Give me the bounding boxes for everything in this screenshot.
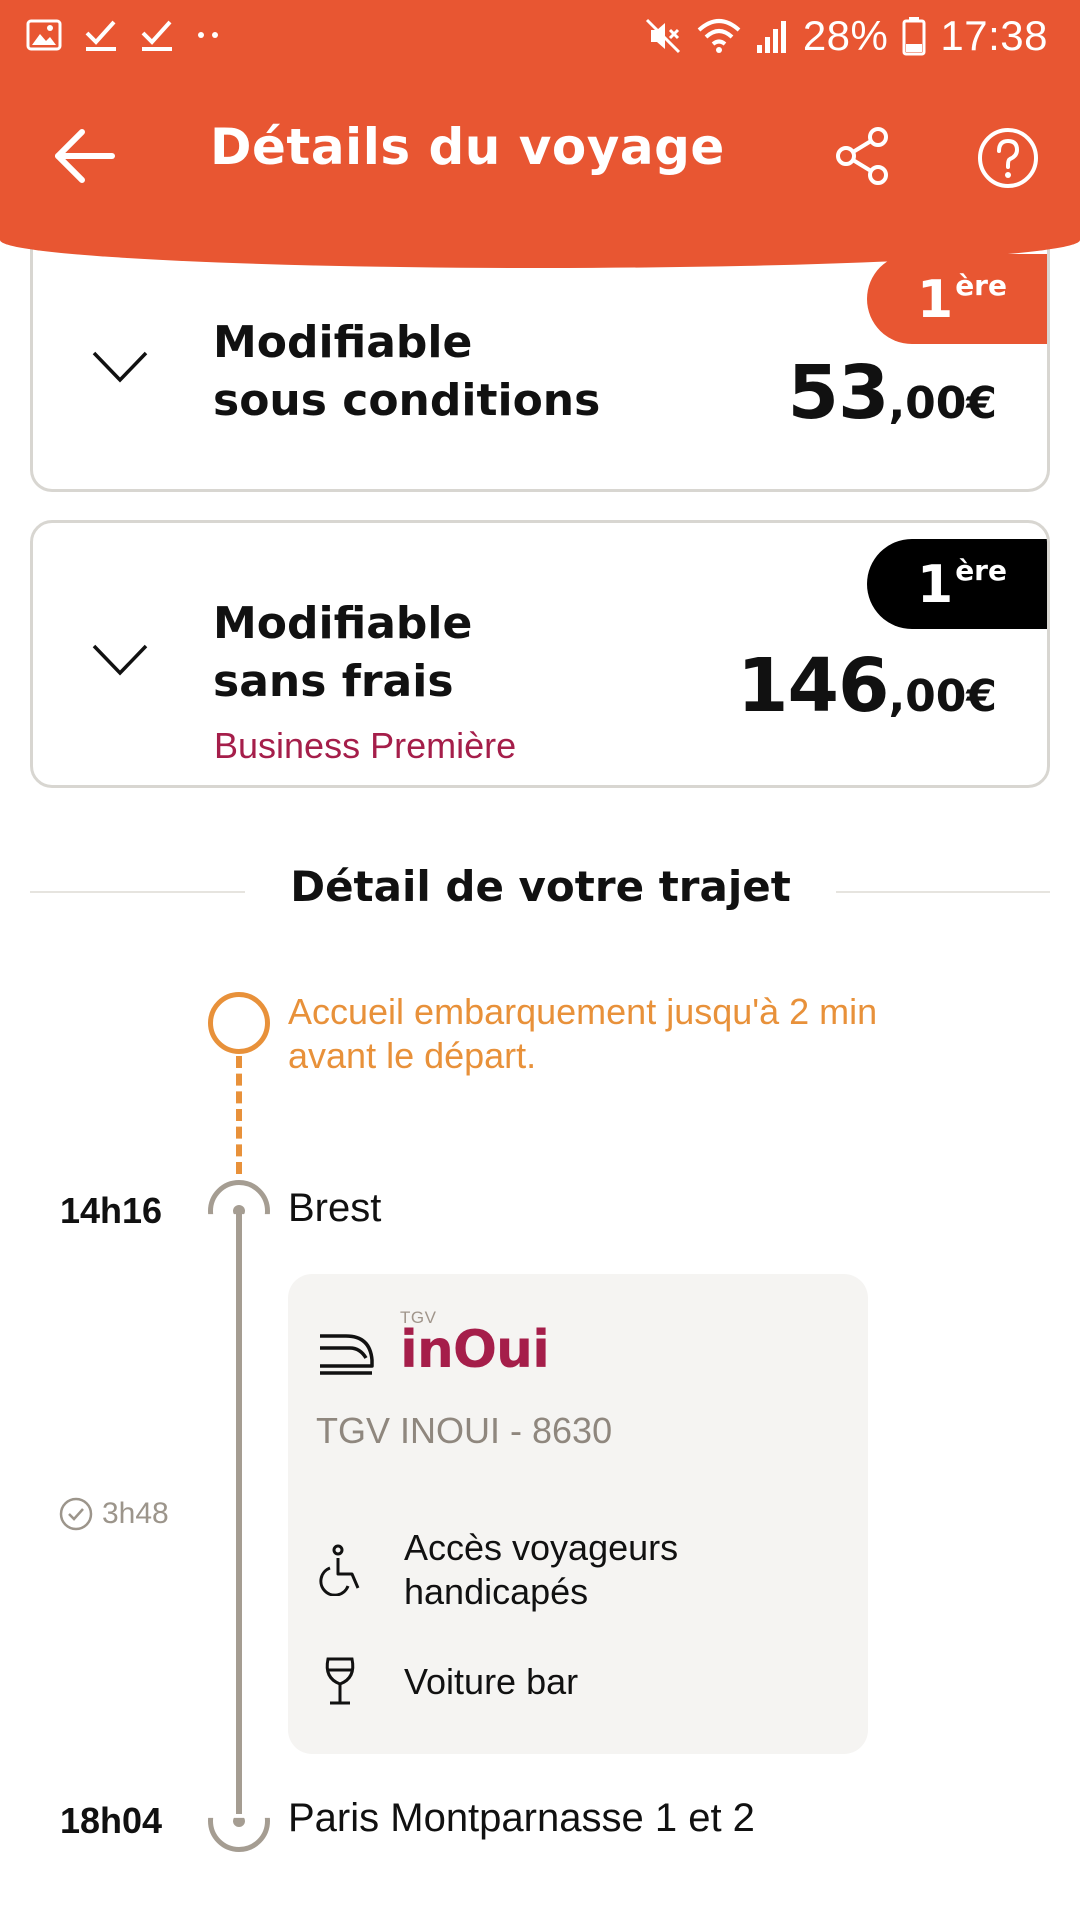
service-accessible: Accès voyageurs handicapés (316, 1526, 678, 1614)
train-number: TGV INOUI - 8630 (316, 1410, 613, 1451)
help-button[interactable] (976, 126, 1040, 190)
wine-glass-icon (325, 1657, 355, 1705)
battery-percent: 28% (802, 12, 889, 59)
check-icon (141, 20, 172, 51)
boarding-connector (236, 1056, 242, 1174)
question-circle-icon (978, 128, 1038, 188)
wifi-icon (697, 19, 741, 53)
chevron-down-icon[interactable] (91, 350, 149, 384)
class-number: 1 (917, 555, 954, 615)
fare-card-sans-frais[interactable]: Modifiable sans frais Business Première … (30, 520, 1050, 788)
timeline-line (236, 1210, 242, 1814)
boarding-note-line1: Accueil embarquement jusqu'à 2 min (288, 991, 878, 1032)
wheelchair-icon (319, 1544, 360, 1596)
fare-title: Modifiable sous conditions (213, 314, 600, 430)
service-label-line1: Accès voyageurs (404, 1527, 679, 1568)
brand-logo-text: inOui (400, 1320, 550, 1380)
duration-value: 3h48 (102, 1497, 169, 1530)
service-label-line1: Voiture bar (404, 1661, 579, 1702)
fare-price: 146,00€ (737, 643, 997, 729)
class-number: 1 (917, 270, 954, 330)
back-button[interactable] (50, 120, 122, 192)
fare-price: 53,00€ (787, 350, 997, 436)
arrival-station: Paris Montparnasse 1 et 2 (288, 1796, 755, 1840)
price-integer: 146 (736, 643, 889, 729)
trip-duration: 3h48 (58, 1496, 169, 1532)
class-badge: 1 ère (867, 539, 1047, 629)
boarding-node (208, 992, 270, 1054)
mute-icon (645, 18, 680, 54)
image-icon (26, 19, 62, 51)
arrow-left-icon (55, 129, 115, 183)
fare-class-label: Business Première (214, 725, 517, 766)
fare-title-line1: Modifiable (213, 317, 473, 368)
service-label: Accès voyageurs handicapés (404, 1526, 678, 1614)
price-decimal: ,00€ (888, 671, 997, 722)
service-label: Voiture bar (404, 1660, 578, 1704)
page-title: Détails du voyage (210, 118, 725, 176)
boarding-note: Accueil embarquement jusqu'à 2 min avant… (288, 990, 988, 1078)
status-bar: 28% 17:38 (0, 0, 1080, 76)
service-label-line2: handicapés (404, 1571, 589, 1612)
chevron-down-icon[interactable] (91, 643, 149, 677)
divider (836, 891, 1050, 893)
price-decimal: ,00€ (888, 378, 997, 429)
fare-title-line2: sans frais (213, 656, 454, 707)
departure-station: Brest (288, 1186, 382, 1230)
divider (30, 891, 245, 893)
class-suffix: ère (955, 554, 1007, 587)
dots-icon (198, 32, 218, 38)
class-badge: 1 ère (867, 254, 1047, 344)
service-bar: Voiture bar (316, 1656, 578, 1708)
fare-card-sous-conditions[interactable]: Modifiable sous conditions 1 ère 53,00€ (30, 232, 1050, 492)
clock-check-icon (59, 1497, 93, 1531)
share-button[interactable] (834, 126, 894, 186)
signal-icon (756, 21, 786, 53)
section-title: Détail de votre trajet (290, 862, 791, 911)
check-icon (85, 20, 116, 51)
app-header: 28% 17:38 Détails du voyage (0, 0, 1080, 268)
boarding-note-line2: avant le départ. (288, 1035, 537, 1076)
arrival-time: 18h04 (60, 1800, 163, 1841)
departure-time: 14h16 (60, 1190, 163, 1231)
train-icon (320, 1334, 374, 1375)
fare-title-line1: Modifiable (213, 598, 473, 649)
train-card[interactable]: TGV inOui TGV INOUI - 8630 Accès voyageu… (288, 1274, 868, 1754)
battery-icon (902, 17, 926, 56)
share-icon (836, 127, 888, 185)
fare-title-line2: sous conditions (213, 375, 601, 426)
fare-title: Modifiable sans frais (213, 595, 472, 711)
price-integer: 53 (787, 350, 889, 436)
class-suffix: ère (955, 269, 1007, 302)
clock: 17:38 (940, 12, 1048, 59)
